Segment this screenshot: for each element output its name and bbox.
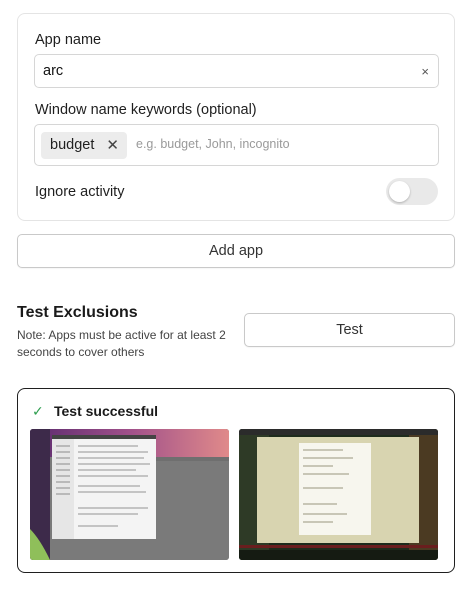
keywords-input[interactable]: budget ✕ e.g. budget, John, incognito [34,124,439,166]
keywords-label: Window name keywords (optional) [35,102,257,118]
exclusion-form-card: App name arc × Window name keywords (opt… [17,13,455,221]
test-result-panel: ✓ Test successful [17,388,455,573]
add-app-button[interactable]: Add app [17,234,455,268]
test-result-status: Test successful [54,403,159,419]
test-button[interactable]: Test [244,313,455,347]
screenshot-image [30,429,229,560]
screenshot-thumbnail [239,429,438,560]
remove-chip-icon[interactable]: ✕ [106,136,119,154]
ignore-activity-toggle[interactable] [386,178,438,205]
clear-icon[interactable]: × [421,64,429,79]
keyword-chip: budget ✕ [41,132,127,159]
app-name-value: arc [43,63,64,79]
screenshot-thumbnail [30,429,229,560]
keywords-placeholder: e.g. budget, John, incognito [136,137,290,151]
check-icon: ✓ [32,403,44,419]
screenshot-image [239,429,438,560]
app-name-label: App name [35,32,102,48]
test-note: Note: Apps must be active for at least 2… [17,328,226,359]
keyword-chip-label: budget [50,137,95,153]
app-name-input[interactable]: arc × [34,54,439,88]
ignore-activity-label: Ignore activity [35,184,125,200]
toggle-knob [389,181,410,202]
test-exclusions-title: Test Exclusions [17,304,138,321]
